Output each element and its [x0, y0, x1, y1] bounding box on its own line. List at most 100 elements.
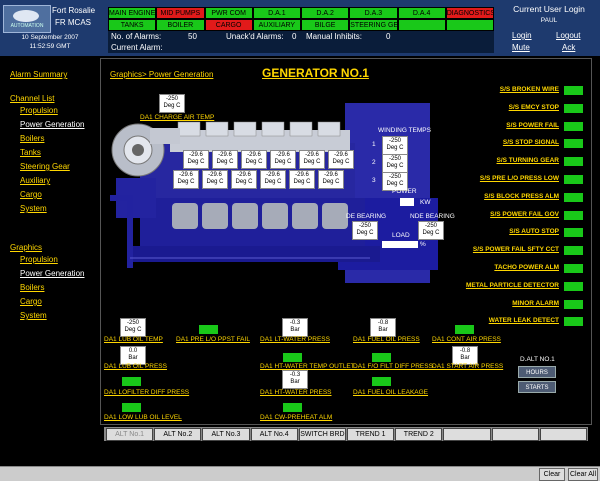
lub-oil-temp-sensor: -250 Deg C — [120, 318, 146, 337]
alarm-label[interactable]: S/S PRE L/O PRESS LOW — [480, 175, 559, 182]
tab-alt-no-1[interactable]: ALT No.1 — [106, 428, 154, 441]
clear-all-button[interactable]: Clear All — [568, 468, 598, 481]
nav-channel-propulsion[interactable]: Propulsion — [20, 106, 98, 115]
company-logo: AUTOMATION — [3, 5, 51, 33]
pre-lo-pmp-led — [199, 325, 218, 334]
nav-channel-list[interactable]: Channel List — [10, 94, 98, 103]
tab-alt-no-2[interactable]: ALT No.2 — [154, 428, 202, 441]
de-bearing-label: DE BEARING — [346, 213, 387, 220]
cylinder-temp-sensor: -29.6 Deg C — [183, 150, 209, 169]
user-name: PAUL — [540, 17, 558, 24]
tab-blank[interactable] — [539, 428, 587, 441]
alarm-label[interactable]: WATER LEAK DETECT — [489, 317, 559, 324]
status-main-engine[interactable]: MAIN ENGINE — [108, 7, 157, 19]
mute-link[interactable]: Mute — [512, 43, 530, 52]
nav-channel-boilers[interactable]: Boilers — [20, 134, 98, 143]
cont-air-led — [455, 325, 474, 334]
status-d-a-1[interactable]: D.A.1 — [252, 7, 301, 19]
hours-button[interactable]: HOURS — [518, 366, 556, 378]
start-air-label: DA1 START AIR PRESS — [432, 363, 504, 370]
tab-alt-no-4[interactable]: ALT No.4 — [250, 428, 298, 441]
alarm-count-row: No. of Alarms: 50 Unack'd Alarms: 0 Manu… — [108, 31, 494, 42]
status-bilge[interactable]: BILGE — [301, 19, 350, 31]
nav-channel-tanks[interactable]: Tanks — [20, 148, 98, 157]
status-d-a-4[interactable]: D.A.4 — [397, 7, 446, 19]
nav-channel-cargo[interactable]: Cargo — [20, 190, 98, 199]
breadcrumb[interactable]: Graphics> Power Generation — [110, 70, 213, 79]
cylinder-temp-sensor: -29.6 Deg C — [328, 150, 354, 169]
power-label: POWER — [392, 188, 417, 195]
alarm-label[interactable]: TACHO POWER ALM — [494, 264, 559, 271]
tab-blank[interactable] — [443, 428, 491, 441]
lo-filter-label: DA1 LOFILTER DIFF PRESS — [104, 389, 190, 396]
alarm-label[interactable]: S/S POWER FAIL SFTY CCT — [473, 246, 559, 253]
low-lub-led — [122, 403, 141, 412]
status-d-a-2[interactable]: D.A.2 — [301, 7, 350, 19]
nav-graphics-system[interactable]: System — [20, 311, 98, 320]
tab-blank[interactable] — [491, 428, 539, 441]
status-cargo[interactable]: CARGO — [204, 19, 253, 31]
ack-link[interactable]: Ack — [562, 43, 575, 52]
status-pwr-com[interactable]: PWR COM — [204, 7, 253, 19]
nav-channel-auxiliary[interactable]: Auxiliary — [20, 176, 98, 185]
status-row-2: TANKS BOILER CARGO AUXILIARY BILGE STEERING G… — [108, 19, 494, 31]
status-mid-pumps[interactable]: MID PUMPS — [156, 7, 205, 19]
charge-air-label: DA1 CHARGE AIR TEMP — [140, 114, 215, 121]
status-auxiliary[interactable]: AUXILIARY — [252, 19, 301, 31]
tab-trend-1[interactable]: TREND 1 — [347, 428, 395, 441]
alarm-status-led — [564, 139, 583, 149]
status-steering-gear[interactable]: STEERING GEAR — [349, 19, 398, 31]
tab-switch-brd[interactable]: SWITCH BRD — [298, 428, 346, 441]
inhibit-label: Manual Inhibits: — [306, 32, 363, 41]
power-value-box — [400, 198, 414, 206]
nav-graphics-boilers[interactable]: Boilers — [20, 283, 98, 292]
logout-link[interactable]: Logout — [556, 31, 580, 40]
status-diagnostics[interactable]: DIAGNOSTICS — [445, 7, 494, 19]
alarm-label[interactable]: METAL PARTICLE DETECTOR — [466, 282, 559, 289]
status-blank — [397, 19, 446, 31]
alarm-label[interactable]: S/S EMCY STOP — [509, 104, 559, 111]
load-value-box — [382, 241, 418, 248]
alarm-label[interactable]: S/S POWER FAIL GOV — [490, 211, 559, 218]
alarm-status-led — [564, 86, 583, 95]
graphics-list-items: Propulsion Power Generation Boilers Cargo Sy… — [20, 255, 98, 320]
nav-channel-power-generation[interactable]: Power Generation — [20, 120, 98, 129]
status-blank — [445, 19, 494, 31]
status-d-a-3[interactable]: D.A.3 — [349, 7, 398, 19]
alarm-indicator-row: S/S BROKEN WIRE — [450, 86, 585, 96]
alarm-label[interactable]: S/S STOP SIGNAL — [503, 139, 559, 146]
nav-channel-steering-gear[interactable]: Steering Gear — [20, 162, 98, 171]
alarm-label[interactable]: S/S TURNING GEAR — [497, 157, 559, 164]
nav-channel-system[interactable]: System — [20, 204, 98, 213]
current-alarm-row[interactable]: Current Alarm: — [108, 42, 494, 53]
alarm-label[interactable]: S/S BROKEN WIRE — [500, 86, 559, 93]
alarm-indicator-row: S/S TURNING GEAR — [450, 157, 585, 167]
tab-trend-2[interactable]: TREND 2 — [395, 428, 443, 441]
tab-alt-no-3[interactable]: ALT No.3 — [202, 428, 250, 441]
nav-graphics-propulsion[interactable]: Propulsion — [20, 255, 98, 264]
alarm-status-led — [564, 157, 583, 167]
de-bearing-sensor: -250 Deg C — [352, 221, 378, 240]
status-tanks[interactable]: TANKS — [108, 19, 157, 31]
nav-graphics[interactable]: Graphics — [10, 243, 98, 252]
alarm-label[interactable]: MINOR ALARM — [512, 300, 559, 307]
load-label: LOAD — [392, 232, 410, 239]
login-link[interactable]: Login — [512, 31, 532, 40]
nav-graphics-power-generation[interactable]: Power Generation — [20, 269, 98, 278]
status-boiler[interactable]: BOILER — [156, 19, 205, 31]
starts-button[interactable]: STARTS — [518, 381, 556, 393]
winding-index: 3 — [372, 177, 376, 184]
alarm-indicator-row: S/S AUTO STOP — [450, 228, 585, 238]
alarm-label[interactable]: S/S AUTO STOP — [509, 228, 559, 235]
lub-oil-temp-label: DA1 LUB OIL TEMP — [104, 336, 163, 343]
alarm-label[interactable]: S/S BLOCK PRESS ALM — [484, 193, 559, 200]
alarm-status-led — [564, 192, 583, 202]
alarm-indicator-row: TACHO POWER ALM — [450, 264, 585, 274]
nav-graphics-cargo[interactable]: Cargo — [20, 297, 98, 306]
alarm-status-led — [564, 228, 583, 238]
alarm-indicator-row: S/S STOP SIGNAL — [450, 139, 585, 149]
nav-alarm-summary[interactable]: Alarm Summary — [10, 70, 98, 79]
alarm-label[interactable]: S/S POWER FAIL — [506, 122, 559, 129]
clear-button[interactable]: Clear — [539, 468, 565, 481]
cont-air-label: DA1 CONT AIR PRESS — [432, 336, 501, 343]
